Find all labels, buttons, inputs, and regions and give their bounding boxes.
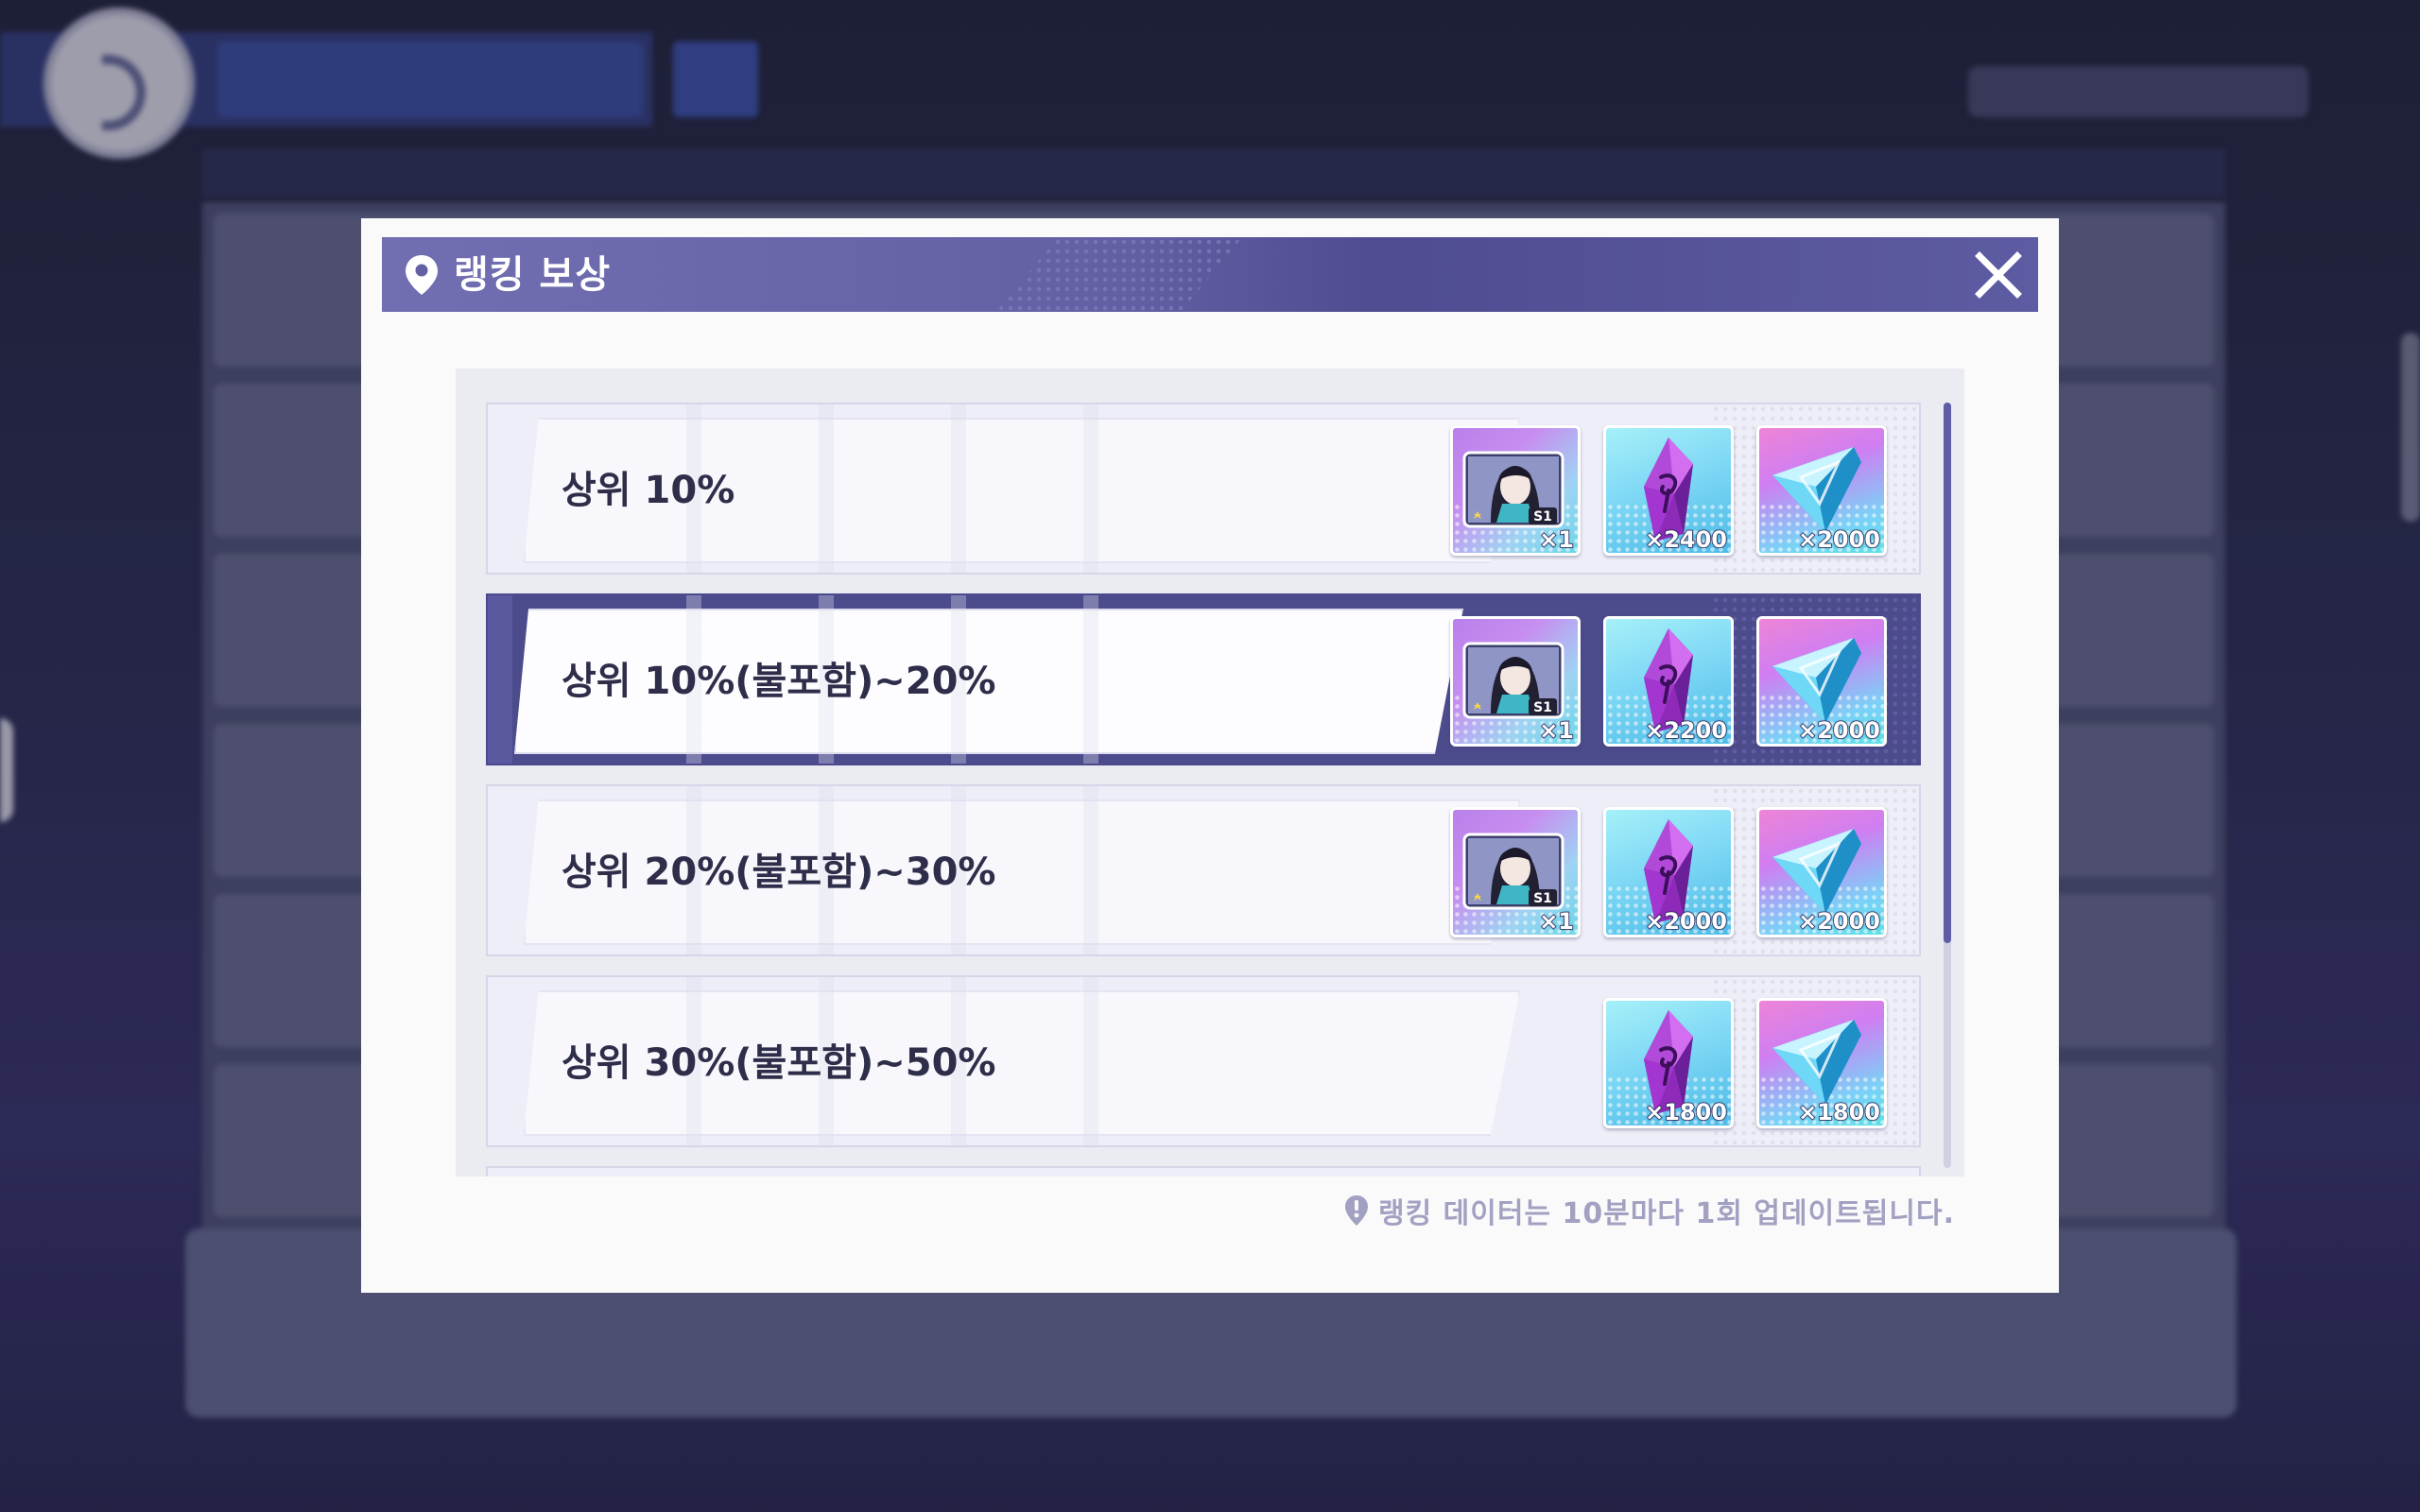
reward-item-purple-gem[interactable]: ×2400 <box>1603 425 1734 556</box>
svg-text:S1: S1 <box>1533 509 1552 524</box>
reward-item-character-card[interactable]: S1 ×1 <box>1450 616 1581 747</box>
reward-tier-row[interactable]: 상위 20%(불포함)~30% S1 ×1 ×2000 ×2000 <box>486 784 1921 956</box>
reward-item-blue-crystal[interactable]: ×2000 <box>1756 807 1887 937</box>
reward-item-purple-gem[interactable]: ×2200 <box>1603 616 1734 747</box>
reward-item-blue-crystal[interactable]: ×1800 <box>1756 998 1887 1128</box>
exclamation-icon <box>1345 1195 1368 1226</box>
reward-tier-row[interactable]: 상위 10%(불포함)~20% S1 ×1 ×2200 ×2000 <box>486 593 1921 765</box>
reward-quantity: ×2200 <box>1644 716 1727 744</box>
reward-quantity: ×2000 <box>1797 716 1880 744</box>
reward-item-purple-gem[interactable]: ×2000 <box>1603 807 1734 937</box>
reward-item-character-card[interactable]: S1 ×1 <box>1450 807 1581 937</box>
svg-text:S1: S1 <box>1533 700 1552 715</box>
close-icon[interactable] <box>1970 247 2027 303</box>
reward-tier-row-partial[interactable] <box>486 1166 1921 1177</box>
location-pin-icon <box>406 255 438 295</box>
reward-items: S1 ×1 ×2200 ×2000 <box>1450 616 1887 747</box>
reward-quantity: ×2400 <box>1644 525 1727 553</box>
reward-item-blue-crystal[interactable]: ×2000 <box>1756 616 1887 747</box>
ranking-reward-modal: 랭킹 보상 상위 10% S1 ×1 ×2400 ×2000 상위 10%(불포… <box>361 218 2059 1293</box>
reward-tier-row[interactable]: 상위 30%(불포함)~50% ×1800 ×1800 <box>486 975 1921 1147</box>
update-notice: 랭킹 데이터는 10분마다 1회 업데이트됩니다. <box>1342 1190 1955 1231</box>
reward-quantity: ×1 <box>1538 907 1574 935</box>
reward-tier-row[interactable]: 상위 10% S1 ×1 ×2400 ×2000 <box>486 403 1921 575</box>
reward-quantity: ×1800 <box>1797 1098 1880 1125</box>
reward-tier-list[interactable]: 상위 10% S1 ×1 ×2400 ×2000 상위 10%(불포함)~20% <box>456 369 1964 1177</box>
tier-label: 상위 30%(불포함)~50% <box>562 1041 996 1085</box>
scrollbar-thumb[interactable] <box>1944 403 1951 943</box>
header-dot-pattern <box>996 237 1242 312</box>
selected-row-strip <box>488 595 512 764</box>
reward-quantity: ×2000 <box>1797 907 1880 935</box>
reward-item-blue-crystal[interactable]: ×2000 <box>1756 425 1887 556</box>
reward-quantity: ×1 <box>1538 525 1574 553</box>
tier-label: 상위 10%(불포함)~20% <box>562 660 996 703</box>
reward-items: ×1800 ×1800 <box>1603 998 1887 1128</box>
reward-quantity: ×1800 <box>1644 1098 1727 1125</box>
reward-quantity: ×1 <box>1538 716 1574 744</box>
tier-label: 상위 10% <box>562 469 735 512</box>
modal-title: 랭킹 보상 <box>454 253 612 297</box>
reward-items: S1 ×1 ×2400 ×2000 <box>1450 425 1887 556</box>
svg-text:S1: S1 <box>1533 891 1552 906</box>
reward-item-purple-gem[interactable]: ×1800 <box>1603 998 1734 1128</box>
tier-label: 상위 20%(불포함)~30% <box>562 850 996 894</box>
modal-header: 랭킹 보상 <box>382 237 2038 312</box>
update-notice-text: 랭킹 데이터는 10분마다 1회 업데이트됩니다. <box>1378 1197 1955 1230</box>
reward-quantity: ×2000 <box>1797 525 1880 553</box>
reward-item-character-card[interactable]: S1 ×1 <box>1450 425 1581 556</box>
reward-quantity: ×2000 <box>1644 907 1727 935</box>
reward-items: S1 ×1 ×2000 ×2000 <box>1450 807 1887 937</box>
